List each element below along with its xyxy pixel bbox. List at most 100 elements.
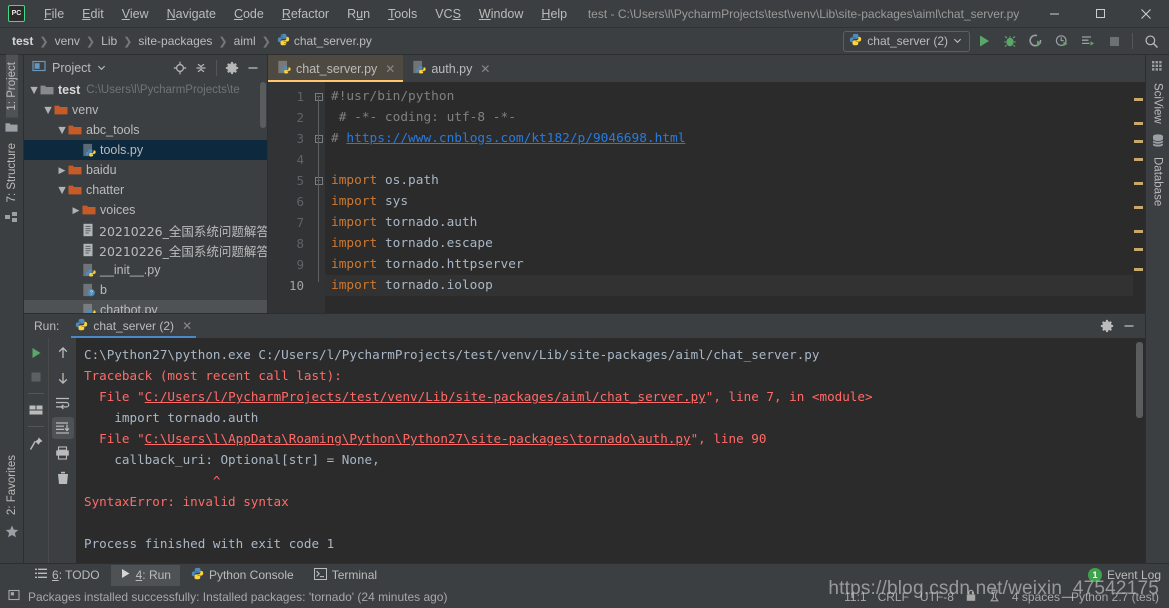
code-url-link[interactable]: https://www.cnblogs.com/kt182/p/9046698.… [346, 131, 685, 146]
restore-layout-icon[interactable] [25, 399, 47, 421]
print-icon[interactable] [52, 442, 74, 464]
expand-arrow-icon[interactable]: ▶ [56, 165, 68, 176]
menu-window[interactable]: Window [470, 3, 532, 25]
scroll-to-end-icon[interactable] [51, 417, 74, 439]
close-icon[interactable]: ✕ [480, 62, 490, 76]
tree-item-baidu[interactable]: ▶ baidu [24, 160, 267, 180]
stop-icon[interactable] [25, 366, 47, 388]
editor-tab-chat-server[interactable]: chat_server.py ✕ [268, 55, 404, 82]
run-anything-button[interactable] [1076, 30, 1100, 52]
breadcrumb-item-file[interactable]: chat_server.py [273, 32, 376, 50]
inspection-icon[interactable] [988, 589, 1001, 605]
expand-arrow-icon[interactable]: ▼ [42, 103, 54, 117]
breadcrumb-item-venv[interactable]: venv [51, 33, 84, 49]
menu-vcs[interactable]: VCS [426, 3, 470, 25]
pin-tab-icon[interactable] [25, 432, 47, 454]
tree-item-venv[interactable]: ▼ venv [24, 100, 267, 120]
expand-arrow-icon[interactable]: ▶ [70, 205, 82, 216]
sidebar-tab-sciview[interactable]: SciView [1152, 76, 1164, 131]
menu-run[interactable]: Run [338, 3, 379, 25]
run-configuration-selector[interactable]: chat_server (2) [843, 30, 970, 52]
tree-item-doc-2[interactable]: 20210226_全国系统问题解答 [24, 240, 267, 260]
tree-item-doc-1[interactable]: 20210226_全国系统问题解答 [24, 220, 267, 240]
sidebar-tab-favorites[interactable]: 2: Favorites [6, 448, 18, 522]
menu-tools[interactable]: Tools [379, 3, 426, 25]
code-comment: # -*- coding: utf-8 -*- [331, 110, 516, 125]
editor-scrollbar[interactable] [1133, 82, 1145, 313]
lock-icon[interactable] [965, 589, 977, 605]
breadcrumb-item-test[interactable]: test [8, 33, 37, 49]
menu-file[interactable]: File [35, 3, 73, 25]
close-button[interactable] [1123, 0, 1169, 28]
sidebar-tab-structure[interactable]: 7: Structure [6, 136, 18, 209]
expand-arrow-icon[interactable]: ▼ [28, 83, 40, 97]
event-log-button[interactable]: 1 Event Log [1087, 568, 1161, 582]
status-message-area[interactable]: Packages installed successfully: Install… [8, 589, 447, 605]
code-content[interactable]: #!usr/bin/python # -*- coding: utf-8 -*-… [325, 82, 1145, 313]
up-arrow-icon[interactable] [52, 342, 74, 364]
console-file-link[interactable]: C:/Users/l/PycharmProjects/test/venv/Lib… [145, 389, 706, 404]
hide-icon[interactable] [1119, 316, 1139, 336]
gear-icon[interactable] [1097, 316, 1117, 336]
tree-item-b[interactable]: ? b [24, 280, 267, 300]
tree-item-abc-tools[interactable]: ▼ abc_tools [24, 120, 267, 140]
clear-all-icon[interactable] [52, 467, 74, 489]
collapse-all-icon[interactable] [191, 58, 211, 78]
file-encoding[interactable]: UTF-8 [920, 590, 954, 604]
indent-setting[interactable]: 4 spaces [1012, 590, 1060, 604]
menu-help[interactable]: Help [532, 3, 576, 25]
gear-icon[interactable] [222, 58, 242, 78]
project-tree[interactable]: ▼ test C:\Users\l\PycharmProjects\te ▼ v… [24, 80, 267, 313]
sidebar-tab-database[interactable]: Database [1152, 150, 1164, 213]
editor-tab-auth[interactable]: auth.py ✕ [403, 55, 499, 82]
debug-button[interactable] [998, 30, 1022, 52]
tree-item-voices[interactable]: ▶ voices [24, 200, 267, 220]
code-editor[interactable]: 1 2 3 4 5 6 7 8 9 10 #!usr/bin/python # … [268, 82, 1145, 313]
bottom-tab-python-console[interactable]: Python Console [182, 565, 303, 586]
folder-icon [68, 124, 82, 136]
tree-scrollbar[interactable] [260, 82, 266, 128]
fold-gutter[interactable]: − − − [312, 82, 325, 313]
sidebar-tab-project[interactable]: 1: Project [5, 55, 18, 118]
console-scrollbar[interactable] [1136, 342, 1143, 418]
bottom-tab-terminal[interactable]: Terminal [305, 565, 386, 586]
chevron-down-icon[interactable] [97, 61, 106, 75]
tree-item-tools-py[interactable]: tools.py [24, 140, 267, 160]
menu-view[interactable]: View [113, 3, 158, 25]
hide-icon[interactable] [243, 58, 263, 78]
search-everywhere-icon[interactable] [1139, 30, 1163, 52]
tree-item-chatbot-py[interactable]: chatbot.py [24, 300, 267, 313]
expand-arrow-icon[interactable]: ▼ [56, 183, 68, 197]
breadcrumb-item-lib[interactable]: Lib [97, 33, 121, 49]
close-icon[interactable]: ✕ [182, 319, 192, 333]
locate-icon[interactable] [170, 58, 190, 78]
expand-arrow-icon[interactable]: ▼ [56, 123, 68, 137]
breadcrumb-item-site-packages[interactable]: site-packages [134, 33, 216, 49]
run-button[interactable] [972, 30, 996, 52]
menu-refactor[interactable]: Refactor [273, 3, 338, 25]
rerun-icon[interactable] [25, 342, 47, 364]
down-arrow-icon[interactable] [52, 367, 74, 389]
tree-item-init-py[interactable]: __init__.py [24, 260, 267, 280]
console-output[interactable]: C:\Python27\python.exe C:/Users/l/Pychar… [76, 338, 1145, 563]
maximize-button[interactable] [1077, 0, 1123, 28]
tree-item-chatter[interactable]: ▼ chatter [24, 180, 267, 200]
line-separator[interactable]: CRLF [878, 590, 909, 604]
console-file-link[interactable]: C:\Users\l\AppData\Roaming\Python\Python… [145, 431, 691, 446]
menu-edit[interactable]: Edit [73, 3, 113, 25]
run-tab-chat-server[interactable]: chat_server (2) ✕ [69, 314, 198, 338]
tree-item-test[interactable]: ▼ test C:\Users\l\PycharmProjects\te [24, 80, 267, 100]
minimize-button[interactable] [1031, 0, 1077, 28]
menu-navigate[interactable]: Navigate [158, 3, 225, 25]
stop-button[interactable] [1102, 30, 1126, 52]
breadcrumb-item-aiml[interactable]: aiml [230, 33, 260, 49]
run-with-coverage-button[interactable] [1024, 30, 1048, 52]
profile-button[interactable] [1050, 30, 1074, 52]
caret-position[interactable]: 11:1 [844, 590, 866, 604]
soft-wrap-icon[interactable] [52, 392, 74, 414]
menu-code[interactable]: Code [225, 3, 273, 25]
bottom-tab-run[interactable]: 4: Run [110, 564, 180, 586]
bottom-tab-todo[interactable]: 6: TODO [26, 565, 109, 586]
close-icon[interactable]: ✕ [385, 62, 395, 76]
python-interpreter[interactable]: Python 2.7 (test) [1071, 590, 1159, 604]
